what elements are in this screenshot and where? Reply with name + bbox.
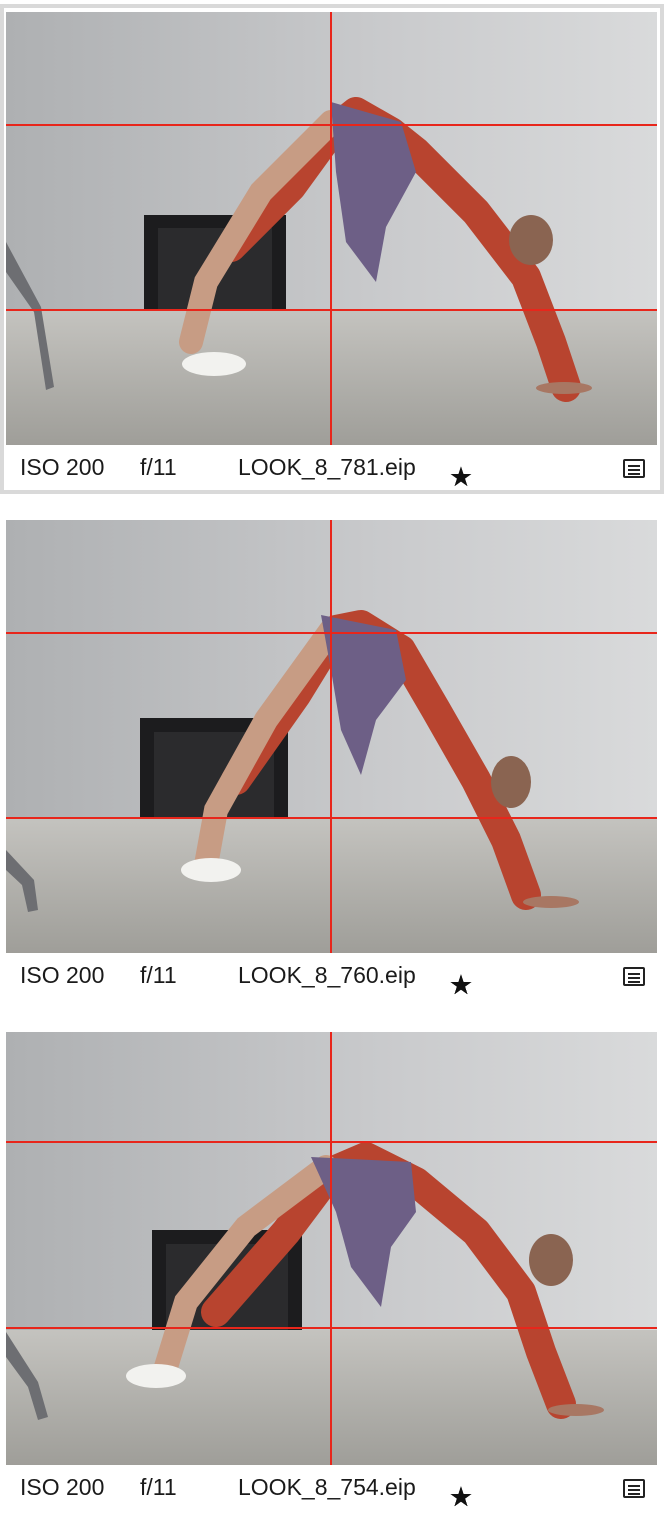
filename-label: LOOK_8_760.eip — [238, 962, 416, 988]
list-icon[interactable] — [623, 967, 645, 986]
star-rating[interactable]: ★ ★ • • • — [444, 451, 614, 492]
filename-label: LOOK_8_781.eip — [238, 454, 416, 480]
list-icon[interactable] — [623, 459, 645, 478]
photo-cell-1[interactable]: ISO 200 f/11 LOOK_8_781.eip ★ ★ • • • — [0, 4, 664, 494]
photo-cell-3[interactable]: ISO 200 f/11 LOOK_8_754.eip ★ ★ ★ ★ ★ — [0, 1028, 664, 1516]
aperture-label: f/11 — [140, 962, 177, 988]
star-rating[interactable]: ★ ★ ★ ★ ★ — [444, 959, 614, 1000]
photo-image-1 — [6, 12, 657, 445]
filename-label: LOOK_8_754.eip — [238, 1474, 416, 1500]
photo-image-3 — [6, 1032, 657, 1465]
star-filled-icon[interactable]: ★ — [444, 1480, 478, 1514]
aperture-label: f/11 — [140, 1474, 177, 1500]
photo-info-bar-2: ISO 200 f/11 LOOK_8_760.eip ★ ★ ★ ★ ★ — [0, 953, 664, 1000]
photo-thumbnail-1[interactable] — [6, 12, 657, 445]
photo-cell-2[interactable]: ISO 200 f/11 LOOK_8_760.eip ★ ★ ★ ★ ★ — [0, 516, 664, 1006]
list-icon[interactable] — [623, 1479, 645, 1498]
iso-label: ISO 200 — [20, 454, 105, 480]
photo-image-2 — [6, 520, 657, 953]
star-filled-icon[interactable]: ★ — [444, 968, 478, 1002]
iso-label: ISO 200 — [20, 1474, 105, 1500]
photo-info-bar-3: ISO 200 f/11 LOOK_8_754.eip ★ ★ ★ ★ ★ — [0, 1465, 664, 1512]
aperture-label: f/11 — [140, 454, 177, 480]
iso-label: ISO 200 — [20, 962, 105, 988]
photo-info-bar-1: ISO 200 f/11 LOOK_8_781.eip ★ ★ • • • — [0, 445, 664, 492]
star-rating[interactable]: ★ ★ ★ ★ ★ — [444, 1471, 614, 1512]
photo-thumbnail-2[interactable] — [6, 520, 657, 953]
photo-thumbnail-3[interactable] — [6, 1032, 657, 1465]
star-empty-icon[interactable]: • — [444, 460, 478, 494]
